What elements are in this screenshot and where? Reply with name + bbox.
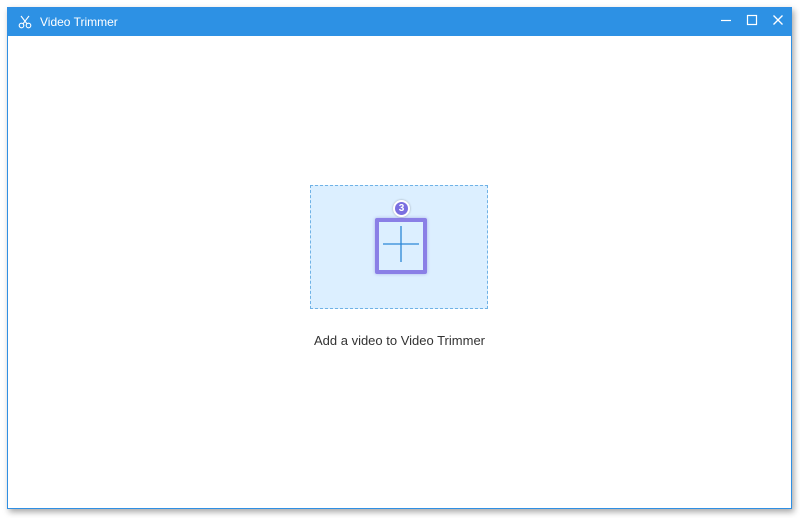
add-video-button[interactable]	[375, 218, 427, 274]
plus-icon	[381, 224, 421, 269]
window-title: Video Trimmer	[40, 15, 118, 29]
add-video-hint: Add a video to Video Trimmer	[313, 333, 485, 348]
scissors-icon	[18, 15, 32, 29]
video-drop-zone[interactable]: 3	[310, 185, 488, 309]
maximize-icon	[746, 13, 758, 31]
step-number-badge: 3	[393, 200, 410, 217]
window-controls	[713, 8, 791, 36]
title-bar[interactable]: Video Trimmer	[8, 8, 791, 36]
minimize-icon	[720, 13, 732, 31]
maximize-button[interactable]	[739, 8, 765, 36]
close-icon	[772, 13, 784, 31]
app-window: Video Trimmer 3 Add a video to Video Tri…	[7, 7, 792, 509]
main-content: 3 Add a video to Video Trimmer	[8, 36, 791, 508]
minimize-button[interactable]	[713, 8, 739, 36]
close-button[interactable]	[765, 8, 791, 36]
